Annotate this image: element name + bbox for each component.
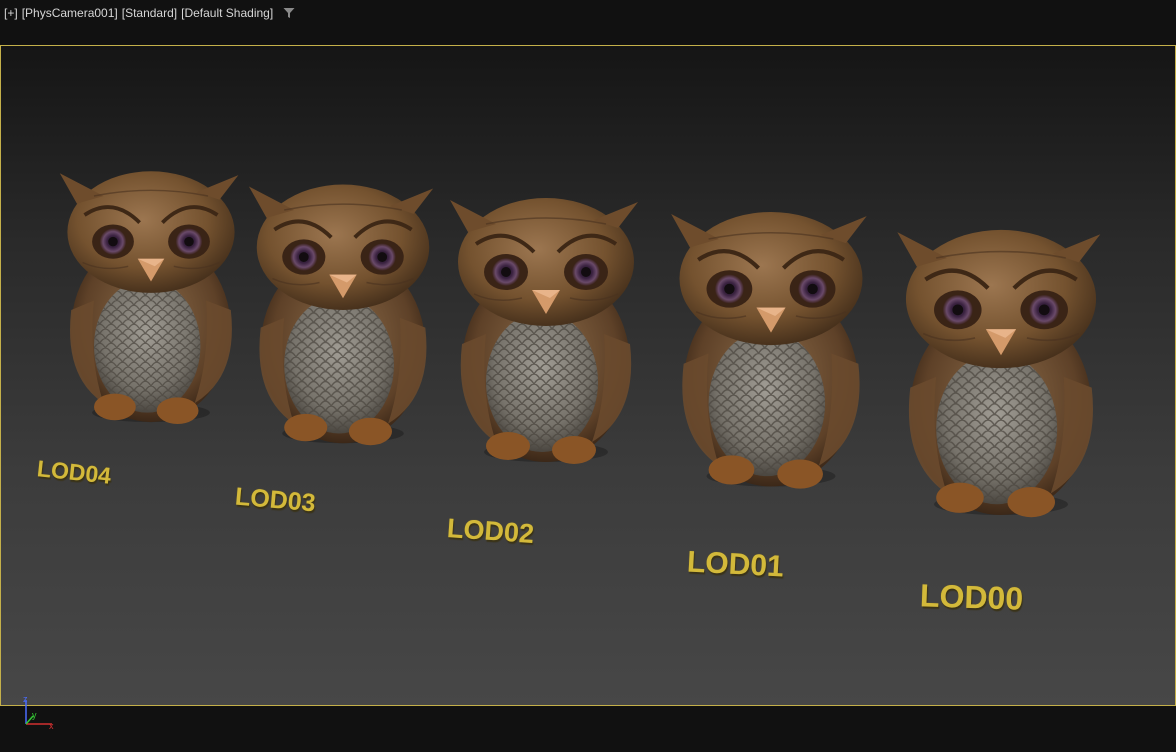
owl-model-lod00[interactable] <box>897 230 1100 517</box>
owl-model-lod04[interactable] <box>57 169 241 426</box>
viewport-shading-menu[interactable]: [Default Shading] <box>181 6 273 20</box>
axis-gizmo-icon: z y x <box>23 694 54 731</box>
viewport-header: [+] [PhysCamera001] [Standard] [Default … <box>0 0 1176 44</box>
owl-model-lod02[interactable] <box>448 196 640 466</box>
axis-y-label: y <box>32 710 37 720</box>
viewport-camera-menu[interactable]: [PhysCamera001] <box>22 6 118 20</box>
axis-z-label: z <box>23 694 28 704</box>
lod00-label: LOD00 <box>919 577 1024 617</box>
viewport-label-menu: [+] [PhysCamera001] [Standard] [Default … <box>4 6 295 20</box>
viewport-visual-style-menu[interactable]: [Standard] <box>122 6 177 20</box>
lod01-label: LOD01 <box>686 545 785 584</box>
viewport-footer <box>0 706 1176 752</box>
camera-viewport[interactable]: LOD04 LOD03 LOD02 LOD01 LOD00 <box>0 45 1176 706</box>
owl-model-lod01[interactable] <box>671 212 867 489</box>
axis-x-label: x <box>49 721 54 731</box>
lod02-label: LOD02 <box>446 513 536 550</box>
filter-funnel-icon[interactable] <box>283 7 295 19</box>
owl-model-lod03[interactable] <box>246 182 436 448</box>
viewport-general-menu[interactable]: [+] <box>4 6 18 20</box>
